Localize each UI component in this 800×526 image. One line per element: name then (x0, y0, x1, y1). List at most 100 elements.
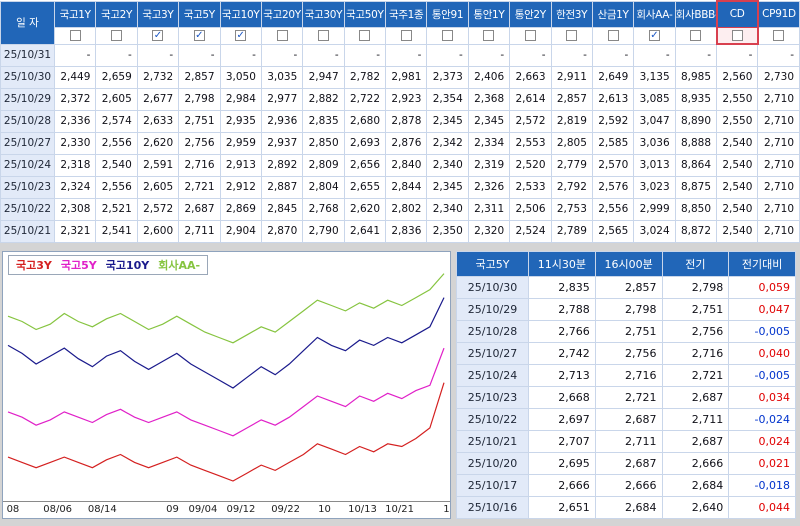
rate-cell: 2,350 (426, 219, 469, 243)
rate-cell: 3,013 (633, 153, 676, 177)
column-checkbox[interactable] (276, 30, 288, 41)
rate-cell: 2,751 (178, 109, 221, 133)
detail-value-cell: 2,798 (661, 275, 730, 299)
detail-value-cell: 2,695 (528, 451, 596, 475)
column-header[interactable]: 국고3Y (136, 0, 180, 28)
detail-value-cell: 2,666 (661, 451, 730, 475)
x-axis-label: 09/12 (226, 503, 256, 515)
column-header[interactable]: 통안1Y (467, 0, 511, 28)
rate-cell: 2,878 (384, 109, 428, 133)
rate-cell: 2,753 (550, 197, 593, 221)
detail-column-header[interactable]: 16시00분 (594, 250, 663, 277)
checkbox-cell (426, 26, 469, 45)
rate-cell: 2,372 (53, 87, 97, 111)
detail-value-cell: 2,684 (661, 473, 730, 497)
detail-column-header[interactable]: 국고5Y (456, 250, 529, 277)
rate-cell: 2,655 (343, 175, 387, 199)
column-checkbox[interactable]: ✓ (193, 30, 205, 41)
rate-cell: 2,710 (757, 109, 800, 133)
column-checkbox[interactable] (731, 29, 743, 41)
column-checkbox[interactable] (69, 30, 81, 41)
rate-cell: 2,320 (467, 219, 511, 243)
rate-cell: 2,541 (95, 219, 138, 243)
rate-cell: 2,882 (302, 87, 345, 111)
detail-row: 25/10/22 2,697 2,687 2,711 -0,024 (456, 407, 796, 431)
bond-rate-screen: 일 자 국고1Y 국고2Y 국고3Y 국고5Y 국고10Y 국고20Y 국고30Y 국고50Y 국… (0, 0, 800, 519)
detail-column-header[interactable]: 11시30분 (528, 250, 596, 277)
row-date-cell: 25/10/30 (0, 65, 55, 89)
detail-value-cell: 2,716 (594, 363, 663, 387)
line-series-국고3Y (7, 382, 445, 482)
rate-cell: 2,798 (178, 87, 221, 111)
rate-cell: - (53, 43, 97, 67)
column-header[interactable]: 국고5Y (178, 0, 221, 28)
x-axis-label: 1 (443, 503, 450, 515)
detail-column-header[interactable]: 전기대비 (728, 250, 796, 277)
column-header[interactable]: 국고10Y (219, 0, 262, 28)
detail-value-cell: 2,766 (528, 319, 596, 343)
rate-cell: 2,999 (633, 197, 676, 221)
rate-cell: - (715, 43, 759, 67)
rate-cell: 2,912 (219, 175, 262, 199)
column-checkbox[interactable] (111, 30, 123, 41)
rate-cell: 2,336 (53, 109, 97, 133)
rate-cell: 2,506 (509, 197, 552, 221)
rate-cell: 2,722 (343, 87, 387, 111)
column-checkbox[interactable]: ✓ (648, 30, 660, 41)
detail-date-cell: 25/10/17 (456, 473, 529, 497)
checkbox-cell (53, 26, 97, 45)
column-header[interactable]: 국고2Y (95, 0, 138, 28)
rate-cell: 2,613 (591, 87, 635, 111)
rate-cell: 2,641 (343, 219, 387, 243)
legend-item: 회사AA- (158, 258, 201, 272)
column-checkbox[interactable] (483, 30, 495, 41)
rate-cell: - (136, 43, 180, 67)
column-header[interactable]: 회사AA- (633, 0, 676, 28)
detail-value-cell: 2,711 (661, 407, 730, 431)
column-header[interactable]: 한전3Y (550, 0, 593, 28)
column-header[interactable]: CP91D (757, 0, 800, 28)
date-column-header[interactable]: 일 자 (0, 0, 55, 45)
column-header[interactable]: 산금1Y (591, 0, 635, 28)
column-header[interactable]: 국주1종 (384, 0, 428, 28)
column-checkbox[interactable] (359, 30, 371, 41)
detail-date-cell: 25/10/22 (456, 407, 529, 431)
column-checkbox[interactable] (442, 30, 454, 41)
rate-cell: - (426, 43, 469, 67)
rate-cell: 2,659 (95, 65, 138, 89)
column-checkbox[interactable] (690, 30, 702, 41)
detail-value-cell: 2,684 (594, 495, 663, 519)
column-header[interactable]: 회사BBB- (674, 0, 718, 28)
rate-cell: 8,872 (674, 219, 718, 243)
rate-cell: 2,663 (509, 65, 552, 89)
rate-cell: 8,985 (674, 65, 718, 89)
column-header[interactable]: 국고50Y (343, 0, 387, 28)
detail-header-row: 국고5Y 11시30분 16시00분 전기 전기대비 (456, 250, 796, 277)
column-checkbox[interactable] (773, 30, 785, 41)
column-checkbox[interactable] (317, 30, 329, 41)
change-cell: -0,005 (728, 319, 796, 343)
column-header[interactable]: 국고1Y (53, 0, 97, 28)
rate-cell: 2,716 (178, 153, 221, 177)
chart-legend: 국고3Y 국고5Y 국고10Y 회사AA- (8, 254, 209, 275)
column-checkbox[interactable] (607, 30, 619, 41)
rate-cell: 2,869 (219, 197, 262, 221)
column-header[interactable]: 통안91 (426, 0, 469, 28)
rate-cell: 2,321 (53, 219, 97, 243)
detail-value-cell: 2,751 (661, 297, 730, 321)
column-header[interactable]: CD (715, 0, 759, 28)
column-checkbox[interactable] (400, 30, 412, 41)
rate-cell: 2,345 (426, 109, 469, 133)
detail-column-header[interactable]: 전기 (661, 250, 730, 277)
column-header[interactable]: 국고20Y (260, 0, 304, 28)
column-header[interactable]: 국고30Y (302, 0, 345, 28)
column-checkbox[interactable] (524, 30, 536, 41)
rate-cell: 2,710 (757, 87, 800, 111)
rate-cell: 2,368 (467, 87, 511, 111)
column-header[interactable]: 통안2Y (509, 0, 552, 28)
rate-cell: 2,540 (715, 153, 759, 177)
column-checkbox[interactable] (566, 30, 578, 41)
column-checkbox[interactable]: ✓ (235, 30, 247, 41)
rate-cell: 2,959 (219, 131, 262, 155)
column-checkbox[interactable]: ✓ (152, 30, 164, 41)
